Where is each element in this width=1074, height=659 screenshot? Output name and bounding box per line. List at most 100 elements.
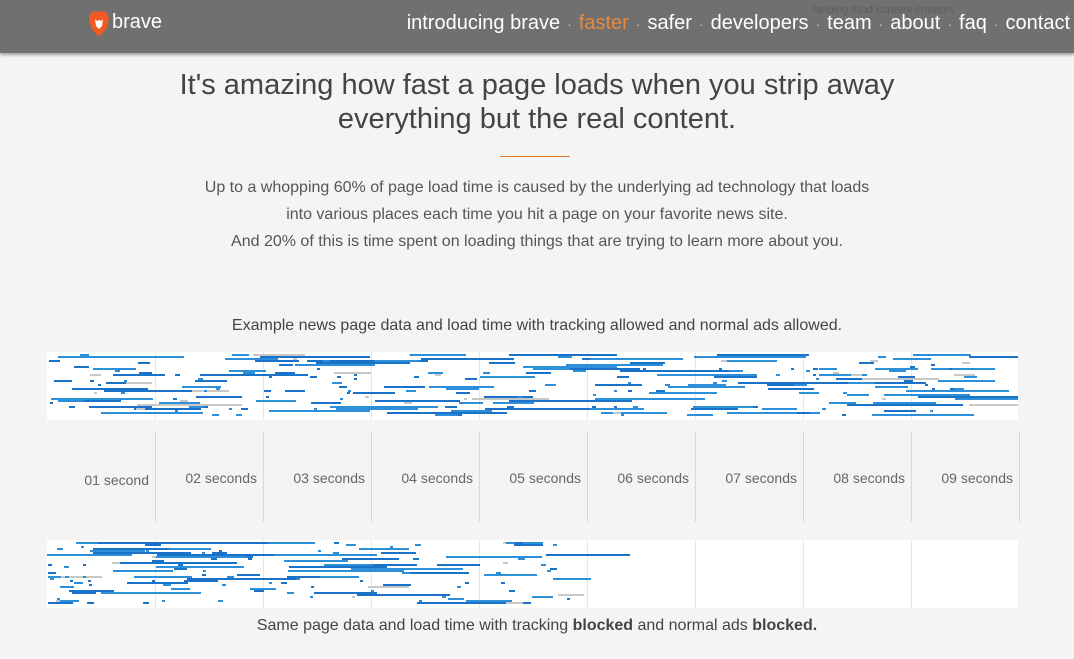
waterfall-bar — [56, 548, 63, 550]
waterfall-bar — [517, 396, 522, 398]
waterfall-bar — [442, 596, 447, 598]
waterfall-bar — [100, 592, 202, 594]
waterfall-bar — [595, 384, 642, 386]
waterfall-bar — [479, 376, 536, 378]
waterfall-bar — [509, 400, 632, 402]
timeline-label: 08 seconds — [833, 470, 905, 486]
waterfall-bar — [445, 388, 479, 390]
waterfall-bar — [846, 404, 964, 406]
intro-line-1: Up to a whopping 60% of page load time i… — [204, 179, 870, 196]
waterfall-bar — [332, 382, 343, 384]
nav-link-faster[interactable]: faster — [579, 12, 629, 35]
waterfall-bar — [931, 364, 936, 366]
waterfall-bar — [87, 580, 92, 582]
waterfall-bar — [796, 412, 811, 414]
waterfall-bar — [910, 366, 915, 368]
waterfall-bar — [818, 368, 838, 370]
waterfall-bar — [875, 386, 908, 388]
waterfall-bar — [162, 584, 172, 586]
nav-link-developers[interactable]: developers — [711, 12, 809, 35]
waterfall-bar — [92, 548, 170, 550]
waterfall-bar — [181, 386, 221, 388]
waterfall-chart-blocked — [47, 540, 1018, 608]
waterfall-bar — [614, 390, 618, 392]
waterfall-bar — [889, 370, 906, 372]
waterfall-bar — [648, 392, 718, 394]
waterfall-bar — [71, 388, 149, 390]
waterfall-bar — [503, 562, 509, 564]
nav-link-contact[interactable]: contact — [1006, 12, 1070, 35]
waterfall-bar — [320, 576, 353, 578]
waterfall-bar — [247, 556, 254, 558]
waterfall-bar — [552, 544, 558, 546]
orange-divider — [500, 156, 570, 157]
waterfall-bar — [287, 570, 405, 572]
waterfall-bar — [144, 408, 201, 410]
nav-link-safer[interactable]: safer — [648, 12, 692, 35]
waterfall-bar — [269, 376, 273, 378]
waterfall-bar — [106, 382, 127, 384]
waterfall-bar — [89, 584, 93, 586]
nav-link-introducing-brave[interactable]: introducing brave — [407, 12, 560, 35]
waterfall-bar — [171, 588, 191, 590]
waterfall-bar — [414, 376, 420, 378]
waterfall-bar — [727, 360, 778, 362]
waterfall-bar — [483, 372, 490, 374]
waterfall-bar — [311, 402, 342, 404]
waterfall-bar — [90, 374, 102, 376]
waterfall-bar — [374, 400, 460, 402]
waterfall-bar — [94, 392, 98, 394]
waterfall-chart-with-ads — [47, 352, 1018, 420]
waterfall-bar — [918, 396, 1018, 398]
timeline-label: 02 seconds — [185, 470, 257, 486]
waterfall-bar — [365, 396, 369, 398]
grid-line — [695, 540, 696, 608]
waterfall-bar — [937, 380, 996, 382]
waterfall-bar — [259, 356, 371, 358]
waterfall-bar — [173, 568, 188, 570]
waterfall-bar — [565, 364, 663, 366]
waterfall-bar — [316, 362, 410, 364]
waterfall-bar — [59, 586, 75, 588]
grid-line — [803, 540, 804, 608]
waterfall-bar — [337, 376, 341, 378]
page-headline: It's amazing how fast a page loads when … — [0, 68, 1074, 136]
waterfall-bar — [894, 358, 932, 360]
waterfall-bar — [406, 390, 416, 392]
caption-bold: blocked. — [752, 617, 818, 634]
waterfall-bar — [483, 574, 537, 576]
waterfall-bar — [134, 576, 193, 578]
waterfall-bar — [74, 366, 89, 368]
waterfall-bar — [667, 386, 745, 388]
nav-separator: · — [698, 15, 704, 32]
waterfall-bar — [339, 386, 347, 388]
waterfall-bar — [621, 414, 625, 416]
waterfall-bar — [159, 402, 201, 404]
waterfall-bar — [288, 566, 387, 568]
waterfall-bar — [722, 380, 728, 382]
nav-link-about[interactable]: about — [890, 12, 940, 35]
waterfall-bar — [851, 374, 862, 376]
waterfall-bar — [264, 390, 271, 392]
waterfall-bar — [83, 576, 87, 578]
waterfall-bar — [313, 408, 318, 410]
waterfall-bar — [195, 396, 243, 398]
headline-line-1: It's amazing how fast a page loads when … — [179, 69, 895, 101]
waterfall-bar — [500, 582, 505, 584]
waterfall-bar — [913, 354, 972, 356]
waterfall-bar — [380, 552, 417, 554]
waterfall-bar — [54, 380, 72, 382]
waterfall-bar — [601, 412, 667, 414]
waterfall-bar — [793, 384, 807, 386]
waterfall-bar — [231, 354, 250, 356]
waterfall-bar — [186, 578, 300, 580]
nav-separator: · — [815, 15, 821, 32]
nav-link-faq[interactable]: faq — [959, 12, 987, 35]
waterfall-bar — [221, 584, 226, 586]
brave-logo[interactable]: brave — [88, 10, 162, 38]
waterfall-bar — [229, 374, 233, 376]
nav-link-team[interactable]: team — [827, 12, 871, 35]
waterfall-bar — [341, 558, 399, 560]
waterfall-bar — [254, 360, 300, 362]
waterfall-bar — [729, 370, 744, 372]
